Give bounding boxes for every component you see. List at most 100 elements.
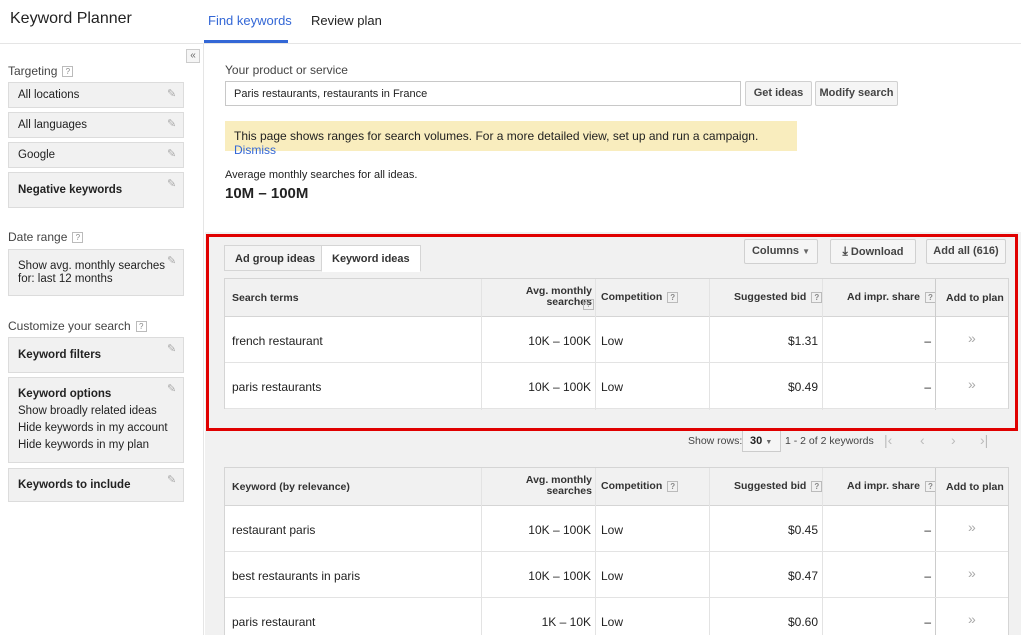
- collapse-sidebar-icon[interactable]: «: [186, 49, 200, 63]
- pencil-icon[interactable]: ✎: [167, 344, 177, 355]
- date-range-label: Date range: [8, 230, 68, 244]
- product-label: Your product or service: [225, 63, 348, 77]
- cell-term: paris restaurant: [232, 615, 316, 629]
- modify-search-button[interactable]: Modify search: [815, 81, 898, 106]
- col-ad-impr-share[interactable]: Ad impr. share?: [847, 291, 936, 303]
- sidebar-item-negative-keywords[interactable]: Negative keywords ✎: [8, 172, 184, 208]
- col-keyword[interactable]: Keyword (by relevance): [232, 481, 350, 493]
- cell-bid: $1.31: [787, 334, 818, 348]
- sidebar-item-languages[interactable]: All languages ✎: [8, 112, 184, 138]
- active-tab-indicator: [204, 40, 288, 43]
- prev-page-icon[interactable]: ‹: [920, 432, 925, 448]
- help-icon[interactable]: ?: [72, 232, 84, 244]
- sidebar-item-network[interactable]: Google ✎: [8, 142, 184, 168]
- add-to-plan-icon[interactable]: »: [968, 565, 976, 581]
- pencil-icon[interactable]: ✎: [167, 89, 177, 100]
- add-to-plan-icon[interactable]: »: [968, 376, 976, 392]
- chevron-down-icon: ▼: [802, 247, 811, 256]
- tab-keyword-ideas[interactable]: Keyword ideas: [321, 245, 421, 272]
- search-terms-table: Search terms Avg. monthly searches ? Com…: [224, 278, 1009, 410]
- pencil-icon[interactable]: ✎: [167, 149, 177, 160]
- col-competition[interactable]: Competition?: [601, 480, 679, 492]
- chevron-down-icon: ▼: [765, 439, 773, 446]
- help-icon[interactable]: ?: [62, 66, 74, 78]
- tab-find-keywords[interactable]: Find keywords: [208, 13, 292, 28]
- columns-button[interactable]: Columns ▼: [744, 239, 818, 264]
- table-row: paris restaurant 1K – 10K Low $0.60 – »: [225, 598, 1008, 635]
- rows-per-page-select[interactable]: 30 ▼: [742, 430, 781, 452]
- first-page-icon[interactable]: |‹: [884, 432, 892, 448]
- help-icon[interactable]: ?: [135, 321, 147, 333]
- sidebar-item-date-range[interactable]: Show avg. monthly searches for: last 12 …: [8, 249, 184, 296]
- col-competition-label: Competition: [601, 480, 663, 492]
- help-icon[interactable]: ?: [583, 299, 594, 310]
- col-bid-label: Suggested bid: [734, 480, 807, 492]
- sidebar-item-keyword-filters[interactable]: Keyword filters ✎: [8, 337, 184, 373]
- keyword-options-title: Keyword options: [18, 388, 112, 400]
- date-range-line: for: last 12 months: [18, 273, 113, 285]
- tab-review-plan[interactable]: Review plan: [311, 13, 382, 28]
- cell-competition: Low: [601, 380, 624, 394]
- get-ideas-button[interactable]: Get ideas: [745, 81, 812, 106]
- table-row: restaurant paris 10K – 100K Low $0.45 – …: [225, 506, 1008, 552]
- table-row: best restaurants in paris 10K – 100K Low…: [225, 552, 1008, 598]
- sidebar-item-keywords-to-include[interactable]: Keywords to include ✎: [8, 468, 184, 502]
- sidebar-item-label: Negative keywords: [18, 184, 123, 196]
- sidebar-item-label: Google: [18, 149, 56, 161]
- cell-bid: $0.47: [787, 569, 818, 583]
- keyword-ideas-table: Keyword (by relevance) Avg. monthly sear…: [224, 467, 1009, 635]
- cell-avg: 1K – 10K: [541, 615, 591, 629]
- last-page-icon[interactable]: ›|: [980, 432, 988, 448]
- cell-bid: $0.45: [787, 523, 818, 537]
- app-title: Keyword Planner: [10, 10, 132, 27]
- notice-text: This page shows ranges for search volume…: [234, 129, 759, 143]
- keyword-option-line: Hide keywords in my account: [18, 422, 168, 434]
- table-header: Search terms Avg. monthly searches ? Com…: [225, 279, 1008, 317]
- col-suggested-bid[interactable]: Suggested bid?: [734, 480, 823, 492]
- col-suggested-bid[interactable]: Suggested bid?: [734, 291, 823, 303]
- pencil-icon[interactable]: ✎: [167, 179, 177, 190]
- pencil-icon[interactable]: ✎: [167, 475, 177, 486]
- cell-avg: 10K – 100K: [528, 569, 591, 583]
- cell-term: paris restaurants: [232, 380, 322, 394]
- pencil-icon[interactable]: ✎: [167, 119, 177, 130]
- sidebar-item-label: Keywords to include: [18, 479, 131, 491]
- help-icon[interactable]: ?: [811, 291, 823, 303]
- cell-competition: Low: [601, 334, 624, 348]
- sidebar-item-label: All locations: [18, 89, 80, 101]
- customize-heading: Customize your search?: [8, 319, 147, 333]
- cell-avg: 10K – 100K: [528, 523, 591, 537]
- sidebar-item-locations[interactable]: All locations ✎: [8, 82, 184, 108]
- pencil-icon[interactable]: ✎: [167, 384, 177, 395]
- col-avg-monthly[interactable]: Avg. monthly searches: [522, 475, 592, 497]
- product-search-input[interactable]: [225, 81, 741, 106]
- col-add-to-plan: Add to plan: [946, 481, 1004, 493]
- next-page-icon[interactable]: ›: [951, 432, 956, 448]
- col-competition[interactable]: Competition?: [601, 291, 679, 303]
- pencil-icon[interactable]: ✎: [167, 256, 177, 267]
- cell-term: best restaurants in paris: [232, 569, 361, 583]
- download-button[interactable]: ⤓ Download: [830, 239, 916, 264]
- col-ad-impr-share[interactable]: Ad impr. share?: [847, 480, 936, 492]
- tab-ad-group-ideas[interactable]: Ad group ideas: [224, 245, 327, 271]
- help-icon[interactable]: ?: [811, 480, 823, 492]
- cell-share: –: [924, 523, 931, 537]
- help-icon[interactable]: ?: [667, 480, 679, 492]
- table-header: Keyword (by relevance) Avg. monthly sear…: [225, 468, 1008, 506]
- pager-range: 1 - 2 of 2 keywords: [785, 435, 874, 447]
- avg-searches-label: Average monthly searches for all ideas.: [225, 169, 418, 181]
- col-avg-monthly[interactable]: Avg. monthly searches: [522, 286, 592, 308]
- top-header: Keyword Planner Find keywords Review pla…: [0, 0, 1021, 44]
- add-to-plan-icon[interactable]: »: [968, 519, 976, 535]
- help-icon[interactable]: ?: [667, 291, 679, 303]
- dismiss-link[interactable]: Dismiss: [234, 143, 276, 157]
- col-search-terms[interactable]: Search terms: [232, 292, 299, 304]
- sidebar-item-keyword-options[interactable]: Keyword options Show broadly related ide…: [8, 377, 184, 463]
- download-icon: ⤓: [842, 244, 848, 258]
- columns-label: Columns: [751, 245, 800, 257]
- add-to-plan-icon[interactable]: »: [968, 611, 976, 627]
- cell-share: –: [924, 334, 931, 348]
- add-to-plan-icon[interactable]: »: [968, 330, 976, 346]
- cell-competition: Low: [601, 569, 624, 583]
- add-all-button[interactable]: Add all (616): [926, 239, 1006, 264]
